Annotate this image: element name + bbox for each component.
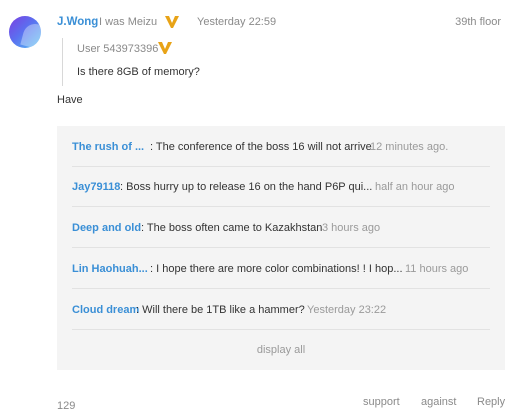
reply-text: : The boss often came to Kazakhstan	[141, 222, 323, 234]
reply-username[interactable]: Lin Haohuah...	[72, 263, 148, 275]
reply-item[interactable]: Cloud dream : Will there be 1TB like a h…	[72, 289, 490, 330]
verified-v-icon	[164, 15, 180, 29]
reply-username[interactable]: Jay79118	[72, 181, 120, 193]
reply-item[interactable]: Deep and old : The boss often came to Ka…	[72, 207, 490, 248]
post-body: Have	[57, 94, 83, 106]
reply-time: Yesterday 23:22	[307, 304, 387, 316]
reply-time: 3 hours ago	[322, 222, 381, 234]
reply-time: 12 minutes ago.	[370, 141, 449, 153]
replies-panel: The rush of ... : The conference of the …	[57, 126, 505, 370]
quoted-username[interactable]: User 543973396	[77, 43, 158, 55]
quoted-text: Is there 8GB of memory?	[77, 66, 200, 78]
reply-item[interactable]: Lin Haohuah... : I hope there are more c…	[72, 248, 490, 289]
post-device: I was Meizu	[99, 16, 158, 28]
reply-time: 11 hours ago	[405, 263, 469, 275]
reply-button[interactable]: Reply	[477, 396, 505, 408]
display-all-link[interactable]: display all	[57, 344, 505, 356]
post-time: Yesterday 22:59	[197, 16, 277, 28]
reply-text: : The conference of the boss 16 will not…	[150, 141, 372, 153]
reply-username[interactable]: The rush of ...	[72, 141, 144, 153]
post-header: J.Wong I was Meizu Yesterday 22:59 39th …	[57, 15, 501, 31]
reply-item[interactable]: Jay79118 : Boss hurry up to release 16 o…	[72, 166, 490, 207]
reply-text: : Boss hurry up to release 16 on the han…	[120, 181, 373, 193]
reply-username[interactable]: Cloud dream	[72, 304, 139, 316]
quoted-comment: User 543973396 Is there 8GB of memory?	[62, 38, 377, 86]
like-count: 129	[57, 400, 76, 412]
post-floor: 39th floor	[455, 16, 501, 28]
verified-v-icon	[157, 41, 173, 55]
support-button[interactable]: support	[363, 396, 400, 408]
against-button[interactable]: against	[421, 396, 456, 408]
post-username[interactable]: J.Wong	[57, 16, 98, 28]
avatar[interactable]	[9, 16, 41, 48]
reply-username[interactable]: Deep and old	[72, 222, 141, 234]
reply-text: : I hope there are more color combinatio…	[150, 263, 403, 275]
reply-text: : Will there be 1TB like a hammer?	[136, 304, 305, 316]
reply-item[interactable]: The rush of ... : The conference of the …	[72, 126, 490, 167]
reply-time: half an hour ago	[375, 181, 455, 193]
